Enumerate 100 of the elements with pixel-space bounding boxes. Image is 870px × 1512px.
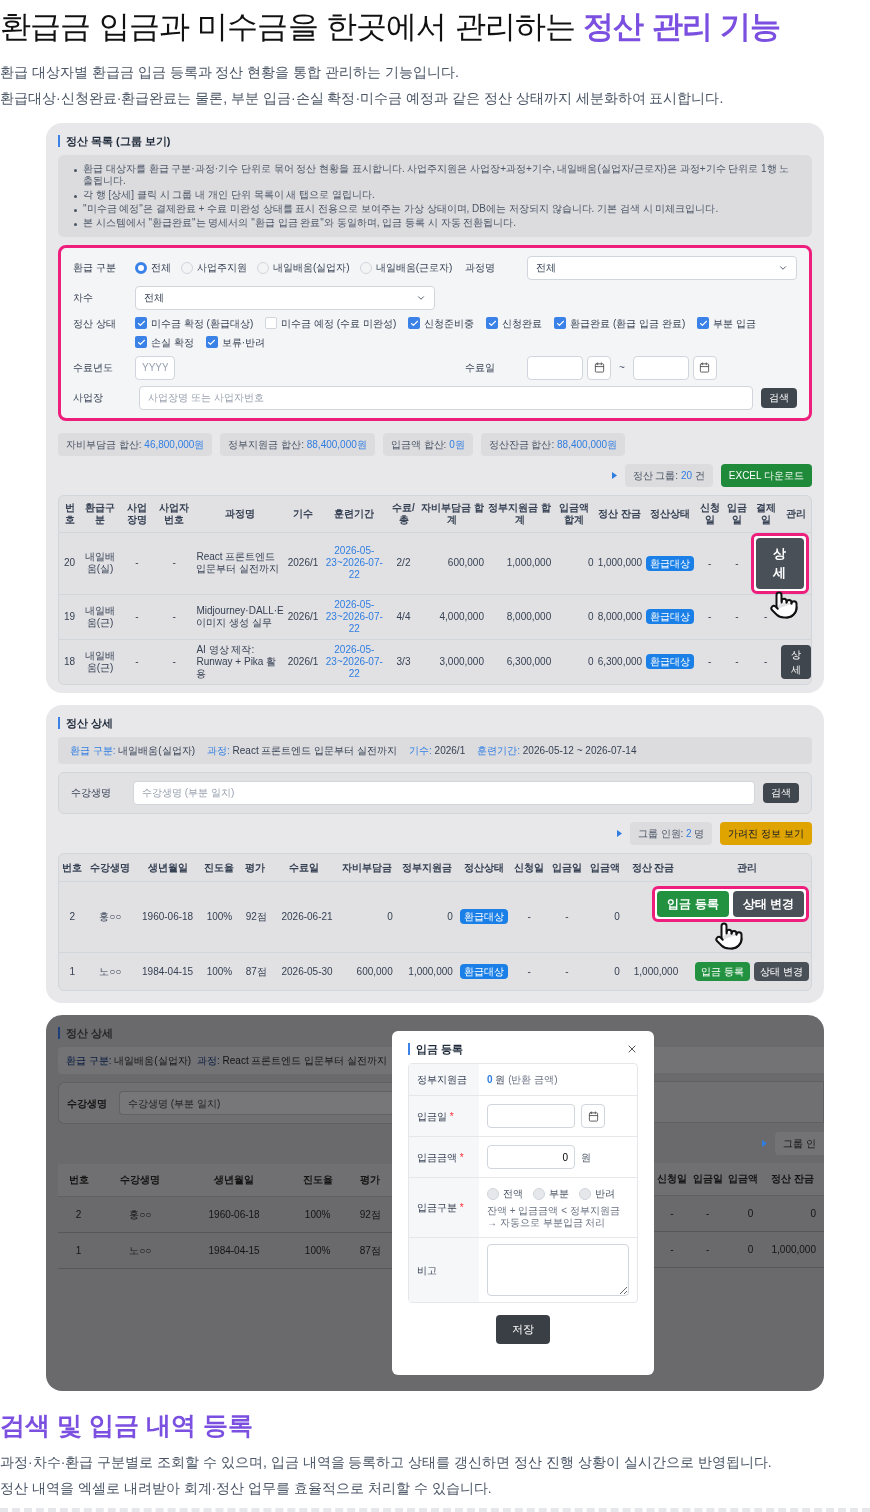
column-header: 입금액	[585, 853, 624, 881]
column-header: 수강생명	[99, 1164, 182, 1196]
info-item: 과정: React 프론트엔드 입문부터 실전까지	[207, 743, 398, 758]
deposit-register-button[interactable]: 입금 등록	[657, 890, 729, 917]
column-header: 자비부담금 합계	[418, 495, 486, 532]
column-header: 기수	[285, 495, 321, 532]
table-cell: 100%	[200, 881, 239, 952]
total-chip: 자비부담금 합산: 46,800,000원	[58, 432, 213, 456]
search-button[interactable]: 검색	[763, 782, 799, 803]
range-separator: ~	[618, 361, 626, 375]
field-label: 입금금액 *	[417, 1150, 464, 1165]
table-cell: 1960-06-18	[134, 881, 201, 952]
year-field[interactable]: YYYY	[135, 355, 175, 380]
table-cell: 홍○○	[85, 881, 135, 952]
table-cell: 3/3	[388, 639, 419, 684]
column-header: 번호	[59, 495, 80, 532]
column-header: 정산 잔금	[595, 495, 645, 532]
column-header: 수강생명	[85, 853, 135, 881]
table-cell: -	[689, 1195, 726, 1231]
column-header: 수료일	[270, 853, 337, 881]
table-cell: 0	[553, 594, 596, 639]
status-badge: 환급대상	[646, 609, 695, 624]
notice-text: 각 행 [상세] 클릭 시 그룹 내 개인 단위 목록이 새 탭으로 열립니다.	[83, 188, 375, 201]
column-header: 평가	[348, 1164, 392, 1196]
section-title: 정산 상세	[58, 716, 812, 729]
table-cell: -	[654, 1195, 690, 1231]
column-header: 신청일	[654, 1163, 690, 1195]
table-cell: -	[153, 594, 195, 639]
select-field[interactable]: 전체	[135, 285, 435, 310]
column-header: 신청일	[510, 853, 549, 881]
table-cell: 1984-04-15	[181, 1232, 287, 1268]
amount-field[interactable]: 0	[487, 1145, 575, 1169]
page-title: 환급금 입금과 미수금을 한곳에서 관리하는 정산 관리 기능	[0, 8, 782, 46]
field-label: 수강생명	[67, 1096, 108, 1111]
table-cell: 19	[59, 594, 80, 639]
table-cell: 1,000,000	[623, 952, 683, 990]
radio-label: 전액	[503, 1187, 523, 1201]
radio-label: 사업주지원	[197, 261, 247, 275]
search-button[interactable]: 검색	[761, 387, 797, 408]
table-cell: -	[510, 952, 549, 990]
checkbox-label: 부분 입금	[713, 316, 756, 331]
table-cell: 600,000	[418, 532, 486, 594]
student-name-field[interactable]: 수강생명 (부분 일치)	[133, 780, 755, 805]
table-cell: 0	[336, 881, 397, 952]
table-cell: 0	[585, 952, 624, 990]
field-label: 수료일	[465, 361, 496, 375]
radio-label: 부분	[549, 1187, 569, 1201]
table-cell: 1960-06-18	[181, 1196, 287, 1232]
status-change-button[interactable]: 상태 변경	[754, 961, 809, 981]
section-heading: 검색 및 입금 내역 등록	[0, 1410, 254, 1441]
info-item: 기수: 2026/1	[409, 743, 466, 758]
radio-label: 전체	[151, 261, 171, 275]
save-button[interactable]: 저장	[496, 1315, 550, 1344]
column-header: 정부지원금	[396, 853, 457, 881]
status-badge: 환급대상	[646, 555, 695, 571]
field-label: 입금일 *	[417, 1109, 454, 1124]
column-header: 진도율	[286, 1164, 349, 1196]
column-header: 정산상태	[644, 495, 697, 532]
checkbox-label: 신청준비중	[424, 316, 475, 331]
total-chip: 입금액 합산: 0원	[382, 432, 473, 456]
table-cell: 0	[725, 1195, 762, 1231]
radio-label: 내일배움(근로자)	[375, 261, 453, 275]
notice-text: 본 시스템에서 "환급완료"는 명세서의 "환급 입금 완료"와 동일하며, 입금 등록 시 자동 전환됩니다.	[83, 216, 517, 229]
workplace-field[interactable]: 사업장명 또는 사업자번호	[139, 385, 753, 410]
checkbox-label: 환급완료 (환급 입금 완료)	[570, 316, 686, 331]
column-header: 사업장명	[120, 495, 154, 532]
unit-text: 원	[581, 1150, 591, 1165]
total-chip: 정산잔금 합산: 88,400,000원	[480, 432, 626, 456]
section-title: 정산 목록 (그룹 보기)	[58, 134, 812, 147]
count-chip: 그룹 인원: 2 명	[629, 821, 713, 845]
field-label: 입금구분 *	[417, 1201, 464, 1215]
table-cell: 2/2	[388, 532, 419, 594]
detail-button[interactable]: 상세	[755, 537, 804, 589]
column-header: 결제일	[750, 495, 781, 532]
column-header: 사업자번호	[153, 495, 195, 532]
intro-text: 환급 대상자별 환급금 입금 등록과 정산 현황을 통합 관리하는 기능입니다.	[0, 62, 460, 82]
column-header: 수료/총	[388, 495, 419, 532]
table-cell: 2	[58, 1196, 100, 1232]
table-cell: 0	[761, 1195, 824, 1231]
column-header: 평가	[238, 853, 271, 881]
detail-button[interactable]: 상세	[780, 644, 811, 679]
field-label: 차수	[73, 291, 94, 305]
radio-label: 내일배움(실업자)	[273, 261, 350, 275]
table-cell: 92점	[348, 1196, 392, 1232]
table-cell: 600,000	[336, 952, 397, 990]
status-change-button[interactable]: 상태 변경	[732, 890, 804, 917]
table-cell: 내일배움(실)	[80, 532, 120, 594]
deposit-register-button[interactable]: 입금 등록	[695, 961, 751, 981]
reveal-info-button[interactable]: 가려진 정보 보기	[720, 821, 812, 845]
column-header: 진도율	[200, 853, 239, 881]
radio-label: 반려	[595, 1187, 615, 1201]
field-label: 수료년도	[73, 361, 114, 375]
checkbox-label: 보류·반려	[221, 335, 266, 350]
table-cell: 1,000,000	[761, 1231, 824, 1267]
table-cell: -	[689, 1231, 726, 1267]
column-header: 자비부담금	[336, 853, 397, 881]
table-cell: 0	[553, 532, 596, 594]
excel-download-button[interactable]: EXCEL 다운로드	[720, 463, 812, 487]
status-badge: 환급대상	[646, 654, 695, 669]
select-field[interactable]: 전체	[527, 255, 797, 280]
